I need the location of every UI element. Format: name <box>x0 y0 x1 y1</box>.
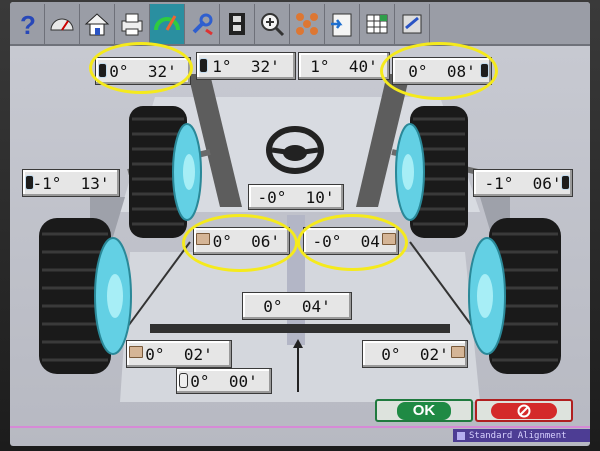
wheel-icon <box>199 58 208 73</box>
rear-left-tire <box>39 218 132 374</box>
front-left-camber-reading: 0° 32' <box>95 57 191 85</box>
front-right-tire <box>395 106 468 238</box>
ok-button[interactable]: OK <box>375 399 473 422</box>
front-left-camber-value: 0° 32' <box>109 61 177 81</box>
steering-wheel-icon <box>266 126 324 174</box>
front-left-tire <box>129 106 202 238</box>
rear-right-reading: 0° 02' <box>362 340 468 368</box>
alignment-screen: ? 0° 32' 1° 32' 1° 40' 0° 08' -1° 13' -1… <box>10 2 590 446</box>
front-right-toe-value: -0° 04' <box>312 231 390 251</box>
rear-right-tire <box>468 218 561 374</box>
thrust-icon <box>179 373 188 388</box>
status-icon <box>457 431 465 440</box>
wheel-icon <box>98 63 107 78</box>
front-left-toe-value: -0° 06' <box>202 231 281 251</box>
steering-total-reading: -0° 10' <box>248 184 344 210</box>
divider <box>10 426 590 428</box>
front-right-outer-value: -1° 06' <box>484 173 562 193</box>
status-text: Standard Alignment <box>469 430 567 441</box>
wheel-icon <box>480 63 489 78</box>
thrust-angle-value: 0° 00' <box>190 371 258 391</box>
steering-total-value: -0° 10' <box>257 187 335 207</box>
cancel-button[interactable] <box>475 399 573 422</box>
rear-right-value: 0° 02' <box>381 344 449 364</box>
front-right-camber-value: 0° 08' <box>408 61 476 81</box>
tag-icon <box>451 346 465 358</box>
front-right-caster-reading: 1° 40' <box>298 52 390 80</box>
front-left-caster-value: 1° 32' <box>212 56 280 76</box>
cancel-icon <box>491 402 557 419</box>
tag-icon <box>196 233 210 245</box>
front-right-outer-reading: -1° 06' <box>473 169 573 197</box>
thrust-angle-reading: 0° 00' <box>176 368 272 394</box>
front-right-toe-reading: -0° 04' <box>303 227 399 255</box>
front-left-toe-reading: -0° 06' <box>193 227 290 255</box>
front-left-caster-reading: 1° 32' <box>196 52 296 80</box>
front-left-outer-value: -1° 13' <box>32 173 110 193</box>
rear-left-reading: 0° 02' <box>126 340 232 368</box>
tag-icon <box>382 233 396 245</box>
ok-label: OK <box>396 401 452 420</box>
front-right-caster-value: 1° 40' <box>310 56 378 76</box>
rear-total-toe-reading: 0° 04' <box>242 292 352 320</box>
front-right-camber-reading: 0° 08' <box>392 57 492 85</box>
rear-left-value: 0° 02' <box>145 344 213 364</box>
tag-icon <box>129 346 143 358</box>
wheel-icon <box>561 175 570 190</box>
status-bar: Standard Alignment <box>453 429 590 442</box>
front-left-outer-reading: -1° 13' <box>22 169 120 197</box>
rear-total-toe-value: 0° 04' <box>263 296 331 316</box>
wheel-icon <box>25 175 34 190</box>
